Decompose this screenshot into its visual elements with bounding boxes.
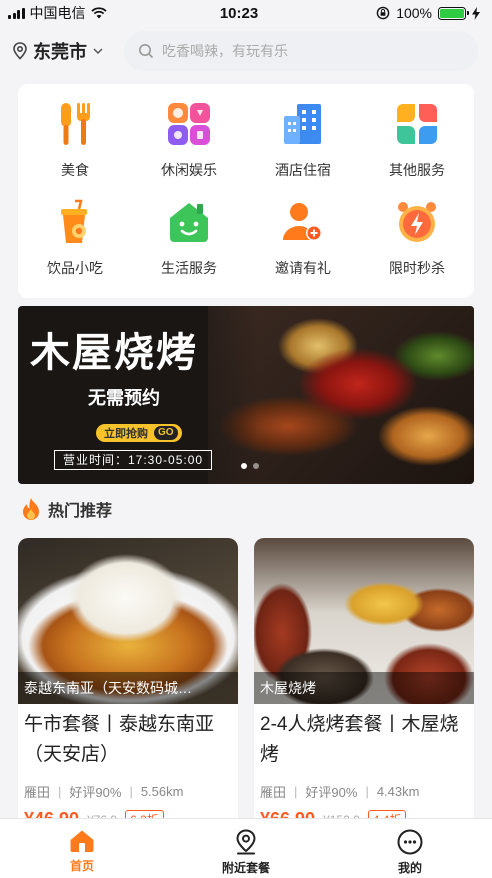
search-bar[interactable]: 吃香喝辣，有玩有乐 [124, 31, 478, 71]
fire-icon [23, 498, 39, 520]
menu-item-drinks[interactable]: 饮品小吃 [18, 198, 132, 296]
tab-nearby-deals[interactable]: 附近套餐 [164, 819, 328, 878]
rotation-lock-icon [376, 6, 390, 20]
deal-distance: 5.56km [140, 784, 184, 799]
banner-cta-go: GO [154, 426, 178, 440]
tab-profile[interactable]: 我的 [328, 819, 492, 878]
deal-image-caption: 木屋烧烤 [254, 672, 474, 704]
city-selector[interactable]: 东莞市 [12, 38, 124, 64]
banner-cta-button[interactable]: 立即抢购 GO [96, 424, 182, 442]
home-icon [70, 830, 94, 852]
charging-icon [472, 6, 480, 20]
section-title: 热门推荐 [48, 503, 113, 520]
deal-distance: 4.43km [376, 784, 420, 799]
city-label: 东莞市 [33, 42, 87, 62]
deal-title: 2-4人烧烤套餐丨木屋烧烤 [260, 714, 459, 765]
menu-item-hotel[interactable]: 酒店住宿 [246, 100, 360, 198]
status-bar: 中国电信 10:23 100% [0, 0, 492, 26]
tab-home[interactable]: 首页 [0, 819, 164, 878]
search-icon [139, 44, 154, 59]
profile-icon [397, 829, 423, 855]
deal-area: 雁田 [260, 785, 287, 800]
menu-item-flash-sale[interactable]: 限时秒杀 [360, 198, 474, 296]
home-services-icon [165, 198, 213, 246]
menu-item-label: 限时秒杀 [389, 260, 445, 276]
deal-image: 木屋烧烤 [254, 538, 474, 704]
menu-item-label: 其他服务 [389, 162, 445, 178]
carrier-label: 中国电信 [29, 5, 86, 21]
deal-card[interactable]: 木屋烧烤 2-4人烧烤套餐丨木屋烧烤 雁田 | 好评90% | 4.43km ¥… [254, 538, 474, 838]
other-services-icon [393, 100, 441, 148]
wifi-icon [90, 7, 107, 19]
banner-title: 木屋烧烤 [30, 330, 198, 376]
menu-item-label: 休闲娱乐 [161, 162, 217, 178]
location-pin-icon [236, 829, 256, 855]
banner-pagination [241, 463, 259, 469]
banner-hours: 营业时间：17:30-05:00 [54, 450, 213, 470]
battery-percent: 100% [396, 5, 432, 21]
tab-label: 我的 [397, 861, 422, 875]
deal-title: 午市套餐丨泰越东南亚（天安店） [24, 714, 215, 765]
search-placeholder: 吃香喝辣，有玩有乐 [162, 43, 288, 59]
menu-item-label: 美食 [61, 162, 89, 178]
deal-area: 雁田 [24, 785, 51, 800]
banner-dot[interactable] [253, 463, 259, 469]
deal-rating: 好评90% [69, 785, 122, 800]
deal-image: 泰越东南亚（天安数码城… [18, 538, 238, 704]
tab-label: 首页 [69, 859, 94, 873]
promo-banner[interactable]: 木屋烧烤 无需预约 立即抢购 GO 营业时间：17:30-05:00 [18, 306, 474, 484]
invite-icon [279, 198, 327, 246]
deal-meta: 雁田 | 好评90% | 5.56km [24, 784, 184, 800]
menu-item-other-services[interactable]: 其他服务 [360, 100, 474, 198]
entertainment-icon [165, 100, 213, 148]
hotel-icon [279, 100, 327, 148]
clock: 10:23 [219, 4, 259, 22]
deal-card[interactable]: 泰越东南亚（天安数码城… 午市套餐丨泰越东南亚（天安店） 雁田 | 好评90% … [18, 538, 238, 838]
menu-item-label: 邀请有礼 [275, 260, 331, 276]
menu-item-food[interactable]: 美食 [18, 100, 132, 198]
drinks-icon [51, 198, 99, 246]
bottom-tab-bar: 首页 附近套餐 我的 [0, 818, 492, 878]
chevron-down-icon [93, 48, 103, 55]
menu-item-label: 生活服务 [161, 260, 217, 276]
banner-subtitle: 无需预约 [88, 388, 160, 408]
section-header: 热门推荐 [20, 496, 112, 522]
menu-item-home-services[interactable]: 生活服务 [132, 198, 246, 296]
menu-item-label: 饮品小吃 [47, 260, 103, 276]
food-icon [51, 100, 99, 148]
tab-label: 附近套餐 [221, 861, 270, 875]
deal-meta: 雁田 | 好评90% | 4.43km [260, 784, 420, 800]
menu-item-label: 酒店住宿 [275, 162, 331, 178]
flash-sale-icon [393, 198, 441, 246]
signal-icon [8, 7, 25, 19]
battery-icon [438, 6, 469, 20]
deal-image-caption: 泰越东南亚（天安数码城… [18, 672, 238, 704]
deal-rating: 好评90% [305, 785, 358, 800]
banner-cta-label: 立即抢购 [104, 428, 148, 440]
location-icon [13, 42, 27, 60]
menu-item-entertainment[interactable]: 休闲娱乐 [132, 100, 246, 198]
menu-item-invite[interactable]: 邀请有礼 [246, 198, 360, 296]
category-menu: 美食 休闲娱乐 酒店住宿 其他服务 饮品小吃 生活服务 邀请有礼 限时秒杀 [18, 84, 474, 298]
banner-dot[interactable] [241, 463, 247, 469]
header: 东莞市 吃香喝辣，有玩有乐 [0, 28, 492, 74]
